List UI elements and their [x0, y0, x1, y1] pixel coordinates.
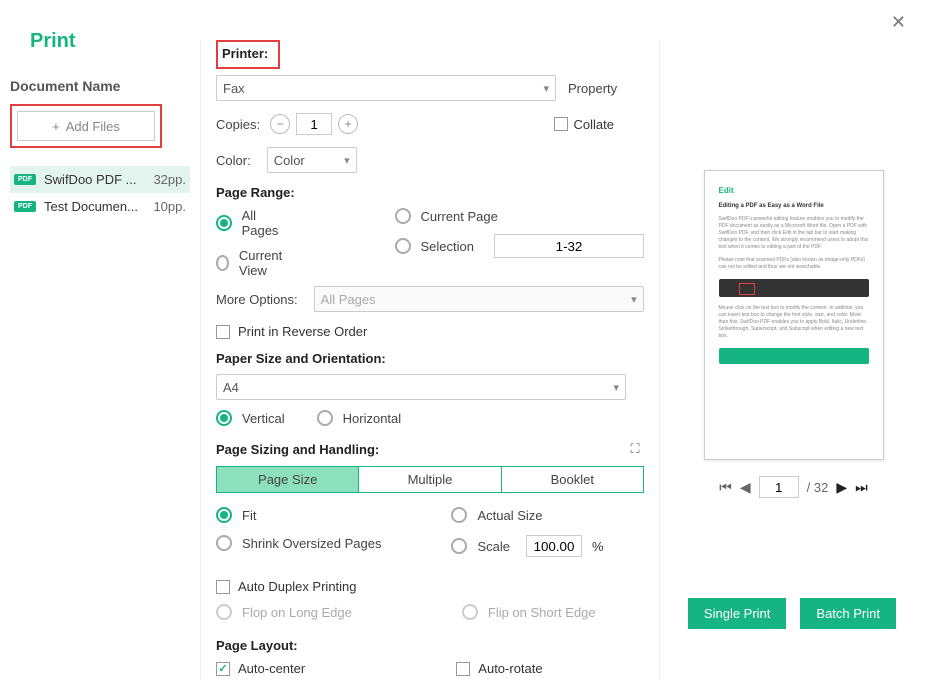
long-edge-label: Flop on Long Edge	[242, 605, 352, 620]
property-link[interactable]: Property	[568, 81, 617, 96]
tab-multiple[interactable]: Multiple	[359, 467, 501, 492]
auto-duplex-checkbox[interactable]	[216, 580, 230, 594]
selection-radio[interactable]	[395, 238, 411, 254]
add-files-label: Add Files	[66, 119, 120, 134]
vertical-radio[interactable]	[216, 410, 232, 426]
pdf-icon: PDF	[14, 174, 36, 185]
short-edge-radio	[462, 604, 478, 620]
horizontal-label: Horizontal	[343, 411, 402, 426]
sizing-tabs: Page Size Multiple Booklet	[216, 466, 644, 493]
plus-icon: +	[52, 119, 60, 134]
actual-size-label: Actual Size	[477, 508, 542, 523]
auto-center-label: Auto-center	[238, 661, 305, 676]
file-name: Test Documen...	[44, 199, 145, 214]
batch-print-button[interactable]: Batch Print	[800, 598, 896, 629]
page-layout-label: Page Layout:	[216, 638, 644, 653]
main-panel: Printer: Fax Property Copies: − + Collat…	[200, 40, 660, 680]
collate-label: Collate	[574, 117, 614, 132]
expand-icon[interactable]: ⛶	[626, 440, 644, 458]
more-options-select[interactable]: All Pages	[314, 286, 644, 312]
next-page-icon[interactable]: ▶	[836, 479, 847, 496]
scale-unit: %	[592, 539, 604, 554]
add-files-highlight: + Add Files	[10, 104, 162, 148]
copies-decrement-button[interactable]: −	[270, 114, 290, 134]
last-page-icon[interactable]: ⏭	[855, 479, 868, 496]
printer-select[interactable]: Fax	[216, 75, 556, 101]
file-name: SwifDoo PDF ...	[44, 172, 145, 187]
actual-size-radio[interactable]	[451, 507, 467, 523]
scale-radio[interactable]	[451, 538, 467, 554]
preview-text: SwifDoo PDF's powerful editing feature e…	[719, 216, 869, 251]
preview-toolbar-image	[719, 279, 869, 297]
long-edge-radio	[216, 604, 232, 620]
copies-increment-button[interactable]: +	[338, 114, 358, 134]
auto-center-checkbox[interactable]	[216, 662, 230, 676]
first-page-icon[interactable]: ⏮	[719, 479, 732, 496]
file-list: PDF SwifDoo PDF ... 32pp. PDF Test Docum…	[10, 166, 190, 220]
page-number-input[interactable]	[759, 476, 799, 498]
auto-duplex-label: Auto Duplex Printing	[238, 579, 357, 594]
shrink-radio[interactable]	[216, 535, 232, 551]
more-options-label: More Options:	[216, 292, 298, 307]
page-range-label: Page Range:	[216, 185, 644, 200]
file-item[interactable]: PDF SwifDoo PDF ... 32pp.	[10, 166, 190, 193]
selection-label: Selection	[421, 239, 474, 254]
printer-label: Printer:	[222, 46, 268, 61]
vertical-label: Vertical	[242, 411, 285, 426]
preview-panel: Edit Editing a PDF as Easy as a Word Fil…	[691, 170, 896, 498]
sizing-label: Page Sizing and Handling:	[216, 442, 379, 457]
file-item[interactable]: PDF Test Documen... 10pp.	[10, 193, 190, 220]
collate-checkbox[interactable]	[554, 117, 568, 131]
all-pages-radio[interactable]	[216, 215, 232, 231]
current-view-radio[interactable]	[216, 255, 229, 271]
close-icon[interactable]: ✕	[891, 12, 906, 33]
fit-label: Fit	[242, 508, 256, 523]
color-label: Color:	[216, 153, 251, 168]
tab-booklet[interactable]: Booklet	[502, 467, 643, 492]
preview-page: Edit Editing a PDF as Easy as a Word Fil…	[704, 170, 884, 460]
file-pages: 10pp.	[153, 199, 186, 214]
scale-input[interactable]	[526, 535, 582, 557]
page-total: / 32	[807, 480, 829, 495]
fit-radio[interactable]	[216, 507, 232, 523]
prev-page-icon[interactable]: ◀	[740, 479, 751, 496]
paper-size-label: Paper Size and Orientation:	[216, 351, 644, 366]
preview-edit-label: Edit	[719, 185, 869, 196]
tab-page-size[interactable]: Page Size	[217, 467, 359, 492]
paper-size-select[interactable]: A4	[216, 374, 626, 400]
document-name-label: Document Name	[10, 78, 190, 94]
preview-nav: ⏮ ◀ / 32 ▶ ⏭	[691, 476, 896, 498]
selection-range-input[interactable]	[494, 234, 644, 258]
copies-input[interactable]	[296, 113, 332, 135]
preview-text: Mouse click on the text box to modify th…	[719, 305, 869, 340]
pdf-icon: PDF	[14, 201, 36, 212]
preview-heading: Editing a PDF as Easy as a Word File	[719, 202, 869, 210]
horizontal-radio[interactable]	[317, 410, 333, 426]
auto-rotate-label: Auto-rotate	[478, 661, 542, 676]
single-print-button[interactable]: Single Print	[688, 598, 786, 629]
action-row: Single Print Batch Print	[688, 598, 896, 629]
file-pages: 32pp.	[153, 172, 186, 187]
reverse-order-checkbox[interactable]	[216, 325, 230, 339]
short-edge-label: Flip on Short Edge	[488, 605, 596, 620]
shrink-label: Shrink Oversized Pages	[242, 536, 381, 551]
auto-rotate-checkbox[interactable]	[456, 662, 470, 676]
all-pages-label: All Pages	[242, 208, 295, 238]
add-files-button[interactable]: + Add Files	[17, 111, 155, 141]
sidebar: Print Document Name + Add Files PDF Swif…	[10, 30, 190, 220]
page-title: Print	[30, 30, 190, 53]
current-view-label: Current View	[239, 248, 295, 278]
scale-label: Scale	[477, 539, 510, 554]
color-select[interactable]: Color	[267, 147, 357, 173]
printer-label-highlight: Printer:	[216, 40, 280, 69]
preview-text: Please note that scanned PDFs (also know…	[719, 257, 869, 271]
copies-label: Copies:	[216, 117, 260, 132]
current-page-label: Current Page	[421, 209, 498, 224]
preview-toolbar-image	[719, 348, 869, 364]
current-page-radio[interactable]	[395, 208, 411, 224]
reverse-order-label: Print in Reverse Order	[238, 324, 367, 339]
